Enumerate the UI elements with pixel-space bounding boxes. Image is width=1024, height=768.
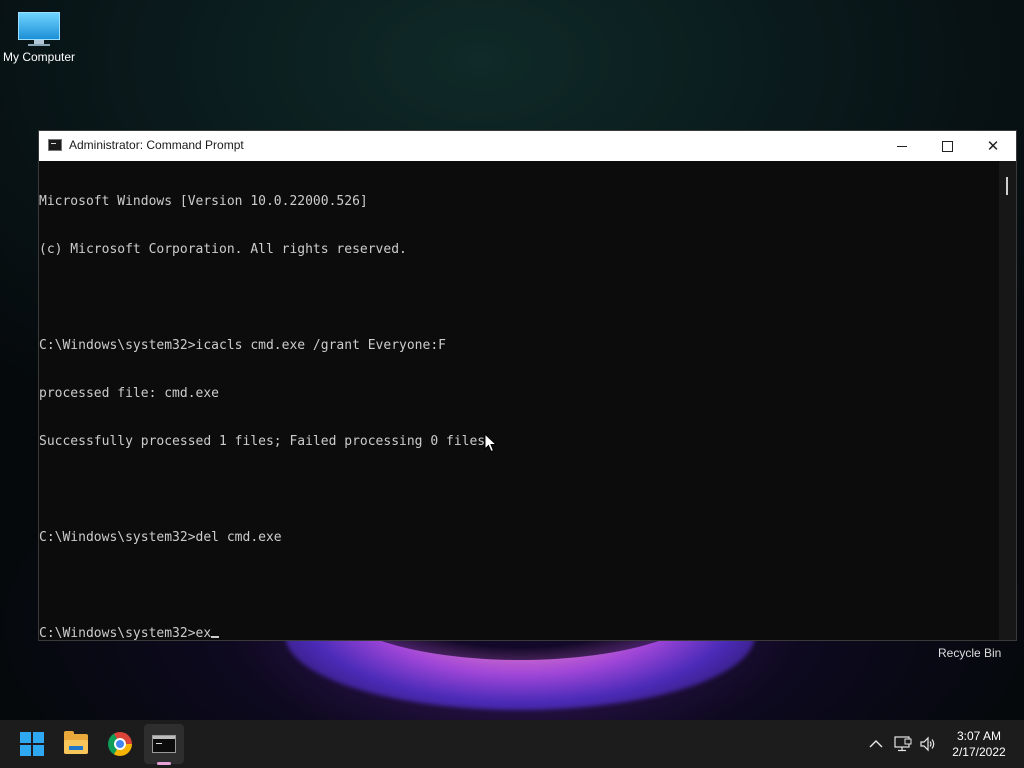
taskbar-command-prompt[interactable] [144, 724, 184, 764]
taskbar-chrome[interactable] [100, 724, 140, 764]
network-icon [894, 736, 912, 752]
desktop: My Computer Recycle Bin Administrator: C… [0, 0, 1024, 768]
minimize-icon [897, 145, 907, 147]
network-button[interactable] [893, 734, 913, 754]
show-hidden-icons-button[interactable] [866, 734, 886, 754]
console-line: C:\Windows\system32>icacls cmd.exe /gran… [39, 338, 446, 353]
text-cursor [211, 636, 220, 638]
cmd-icon [152, 735, 176, 753]
console-line: Successfully processed 1 files; Failed p… [39, 434, 486, 449]
console-output[interactable]: Microsoft Windows [Version 10.0.22000.52… [39, 161, 999, 642]
console-line: C:\Windows\system32>del cmd.exe [39, 530, 282, 545]
clock-time: 3:07 AM [956, 729, 1002, 743]
computer-icon [18, 12, 60, 46]
title-bar[interactable]: Administrator: Command Prompt ✕ [39, 131, 1016, 161]
mouse-pointer-icon [484, 433, 498, 453]
active-app-indicator [157, 762, 171, 765]
windows-logo-icon [20, 732, 44, 756]
minimize-button[interactable] [879, 131, 925, 161]
volume-icon [920, 736, 935, 752]
console-input-line[interactable]: C:\Windows\system32>ex [39, 626, 999, 642]
taskbar: 3:07 AM 2/17/2022 [0, 720, 1024, 768]
maximize-icon [941, 140, 953, 152]
desktop-icon-my-computer[interactable]: My Computer [0, 8, 78, 64]
desktop-icon-label: My Computer [2, 50, 76, 64]
command-prompt-window: Administrator: Command Prompt ✕ Microsof… [38, 130, 1017, 641]
cmd-icon [48, 139, 62, 151]
console-line: processed file: cmd.exe [39, 386, 220, 401]
console-prompt-input[interactable]: C:\Windows\system32>ex [39, 626, 211, 641]
start-button[interactable] [12, 724, 52, 764]
taskbar-file-explorer[interactable] [56, 724, 96, 764]
clock-date: 2/17/2022 [952, 745, 1006, 759]
folder-icon [64, 731, 88, 754]
volume-button[interactable] [918, 734, 938, 754]
window-title: Administrator: Command Prompt [69, 138, 244, 152]
chrome-icon [108, 732, 132, 756]
close-icon: ✕ [986, 136, 1000, 155]
chevron-up-icon [869, 740, 883, 748]
maximize-button[interactable] [924, 131, 970, 161]
console-line: Microsoft Windows [Version 10.0.22000.52… [39, 194, 368, 209]
vertical-scrollbar[interactable] [999, 161, 1016, 640]
taskbar-clock[interactable]: 3:07 AM 2/17/2022 [944, 728, 1014, 760]
scrollbar-thumb[interactable] [1006, 177, 1008, 195]
console-line: (c) Microsoft Corporation. All rights re… [39, 242, 407, 257]
close-button[interactable]: ✕ [970, 131, 1016, 161]
